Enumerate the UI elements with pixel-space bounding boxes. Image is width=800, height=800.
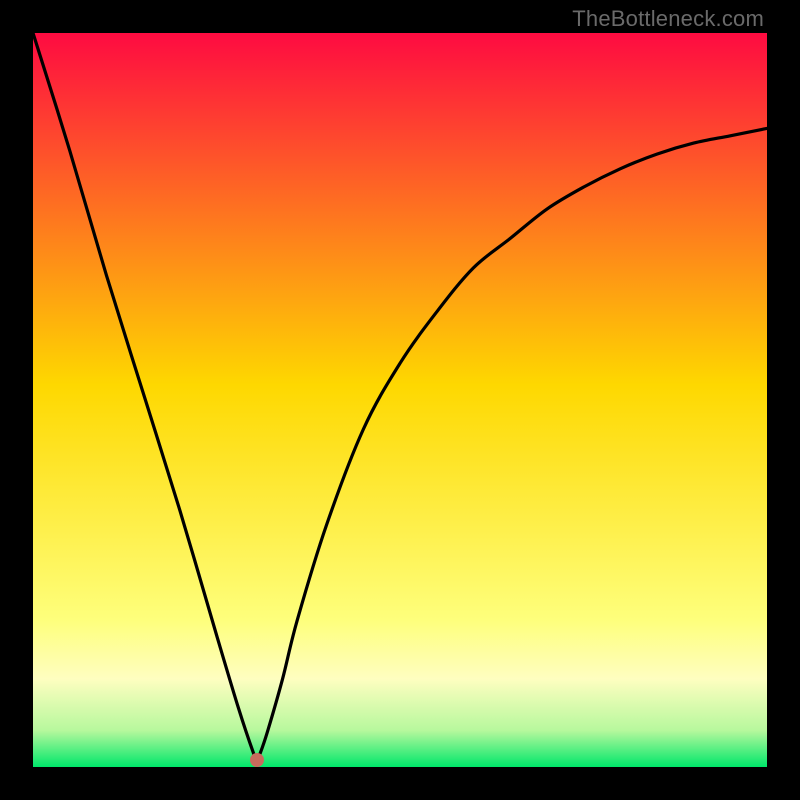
chart-frame: TheBottleneck.com	[0, 0, 800, 800]
optimum-point-marker	[250, 753, 264, 767]
attribution-text: TheBottleneck.com	[572, 6, 764, 32]
bottleneck-curve	[33, 33, 767, 767]
plot-area	[33, 33, 767, 767]
